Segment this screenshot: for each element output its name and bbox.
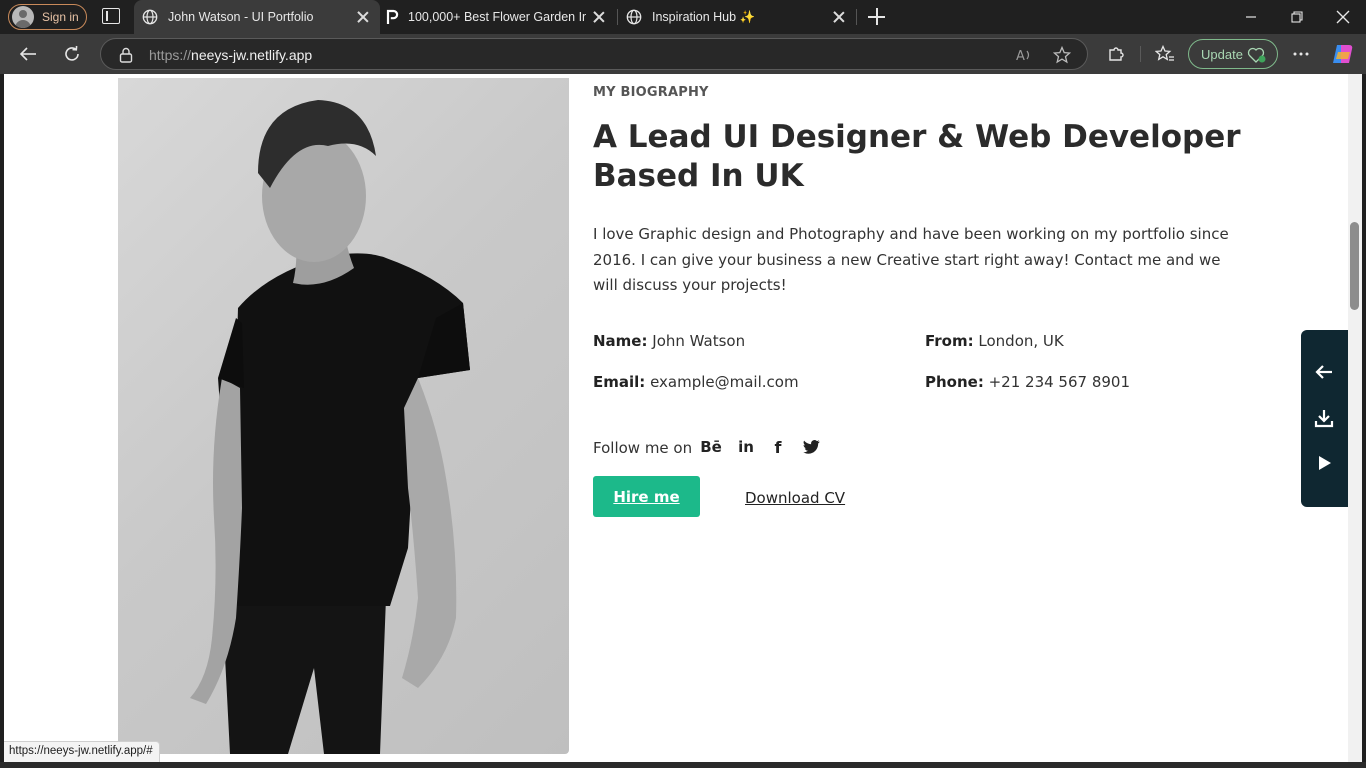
page-scrollbar[interactable]: [1348, 74, 1362, 762]
info-name-value: John Watson: [652, 332, 746, 350]
info-email-label: Email:: [593, 373, 646, 391]
update-heart-icon: [1247, 47, 1266, 63]
scrollbar-thumb[interactable]: [1350, 222, 1359, 310]
tab-title: John Watson - UI Portfolio: [168, 10, 314, 24]
refresh-icon[interactable]: [57, 40, 87, 68]
restore-icon[interactable]: [1274, 0, 1320, 34]
toolbar-separator: [1140, 46, 1141, 62]
browser-toolbar: https://neeys-jw.netlify.app A Update: [0, 34, 1366, 74]
close-tab-icon[interactable]: [592, 10, 606, 24]
tab-john-watson[interactable]: John Watson - UI Portfolio: [134, 0, 380, 34]
follow-label: Follow me on: [593, 439, 693, 457]
close-tab-icon[interactable]: [832, 10, 846, 24]
tab-actions-icon[interactable]: [102, 8, 120, 24]
page-headline: A Lead UI Designer & Web Developer Based…: [593, 119, 1241, 194]
tab-inspiration-hub[interactable]: Inspiration Hub ✨: [618, 0, 856, 34]
back-icon[interactable]: [13, 40, 43, 68]
info-from-label: From:: [925, 332, 974, 350]
link-status-bar: https://neeys-jw.netlify.app/#: [4, 741, 160, 762]
profile-signin-button[interactable]: Sign in: [8, 4, 87, 30]
back-arrow-icon[interactable]: [1313, 361, 1335, 383]
page-viewport: MY BIOGRAPHY A Lead UI Designer & Web De…: [4, 74, 1348, 762]
lock-icon[interactable]: [119, 47, 133, 63]
info-phone-value: +21 234 567 8901: [988, 373, 1131, 391]
facebook-icon[interactable]: f: [769, 437, 787, 457]
globe-icon: [626, 9, 642, 25]
address-bar[interactable]: https://neeys-jw.netlify.app A: [100, 38, 1088, 70]
close-window-icon[interactable]: [1320, 0, 1366, 34]
play-icon[interactable]: [1313, 452, 1335, 474]
floating-side-panel: [1301, 330, 1348, 507]
info-name-label: Name:: [593, 332, 648, 350]
url-host: neeys-jw.netlify.app: [191, 47, 313, 63]
info-email: Email: example@mail.com: [593, 373, 799, 391]
profile-photo-illustration: [190, 100, 470, 754]
tab-title: 100,000+ Best Flower Garden Ima: [408, 10, 586, 24]
close-tab-icon[interactable]: [356, 10, 370, 24]
info-from-value: London, UK: [978, 332, 1064, 350]
url-scheme: https://: [149, 47, 192, 63]
signin-label: Sign in: [42, 10, 79, 24]
tab-flower-garden[interactable]: 100,000+ Best Flower Garden Ima: [380, 0, 616, 34]
more-options-icon[interactable]: [1286, 40, 1316, 68]
window-bottom-edge: [0, 762, 1366, 768]
section-subtitle: MY BIOGRAPHY: [593, 85, 709, 100]
twitter-icon[interactable]: [801, 437, 821, 457]
info-from: From: London, UK: [925, 332, 1064, 350]
favorites-icon[interactable]: [1150, 40, 1180, 68]
favorite-star-icon[interactable]: [1053, 46, 1071, 64]
info-email-value: example@mail.com: [650, 373, 799, 391]
info-phone-label: Phone:: [925, 373, 984, 391]
new-tab-icon[interactable]: [868, 8, 886, 26]
hire-me-button[interactable]: Hire me: [593, 476, 700, 517]
tab-separator: [856, 9, 857, 25]
download-cv-link[interactable]: Download CV: [745, 489, 845, 507]
info-name: Name: John Watson: [593, 332, 745, 350]
globe-icon: [142, 9, 158, 25]
linkedin-icon[interactable]: in: [735, 437, 757, 457]
read-aloud-icon[interactable]: A: [1015, 46, 1033, 64]
copilot-icon[interactable]: [1328, 40, 1358, 68]
extensions-icon[interactable]: [1101, 40, 1131, 68]
svg-text:A: A: [1016, 49, 1025, 64]
pexels-icon: [386, 9, 399, 24]
update-label: Update: [1201, 46, 1243, 62]
intro-paragraph: I love Graphic design and Photography an…: [593, 225, 1229, 294]
profile-avatar-icon: [12, 6, 34, 28]
behance-icon[interactable]: Bē: [699, 437, 723, 457]
download-icon[interactable]: [1313, 407, 1335, 429]
info-phone: Phone: +21 234 567 8901: [925, 373, 1130, 391]
profile-photo: [118, 78, 569, 754]
tab-strip: Sign in John Watson - UI Portfolio 100,0…: [0, 0, 1366, 34]
url-text[interactable]: https://neeys-jw.netlify.app: [149, 47, 312, 63]
update-button[interactable]: Update: [1188, 39, 1278, 69]
minimize-icon[interactable]: [1228, 0, 1274, 34]
tab-title: Inspiration Hub ✨: [652, 9, 756, 24]
